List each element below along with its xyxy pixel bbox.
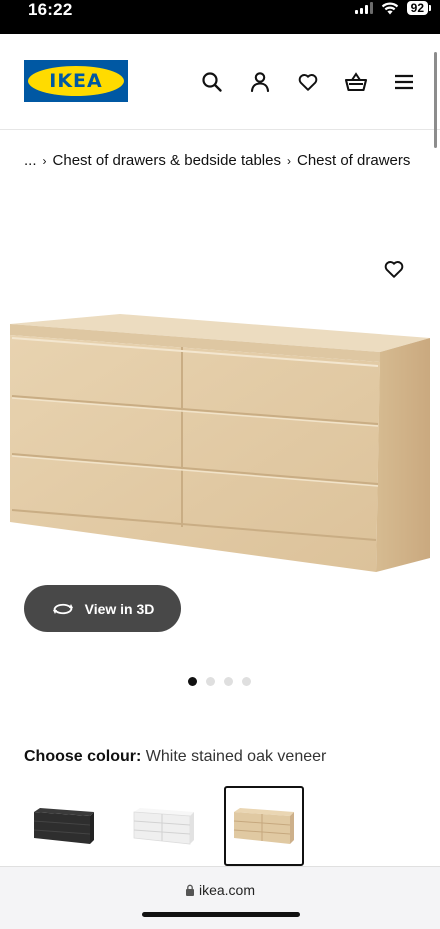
cell-signal-icon xyxy=(354,2,373,14)
battery-indicator: 92 xyxy=(406,1,432,15)
scrollbar-thumb[interactable] xyxy=(434,52,437,148)
colour-heading: Choose colour: White stained oak veneer xyxy=(24,748,326,766)
swatch-white[interactable] xyxy=(124,786,204,866)
carousel-dot[interactable] xyxy=(224,677,233,686)
user-icon[interactable] xyxy=(246,68,274,96)
breadcrumb-item-chest-bedside[interactable]: Chest of drawers & bedside tables xyxy=(53,152,281,169)
carousel-dot[interactable] xyxy=(242,677,251,686)
swatch-black-brown[interactable] xyxy=(24,786,104,866)
wifi-icon xyxy=(381,1,398,14)
status-bar: 16:22 92 xyxy=(0,0,440,34)
home-indicator xyxy=(142,912,300,917)
add-to-favourites-icon[interactable] xyxy=(382,258,406,285)
status-icons: 92 xyxy=(354,0,432,16)
chevron-right-icon: › xyxy=(286,154,291,168)
chevron-right-icon: › xyxy=(42,154,47,168)
colour-label: Choose colour: xyxy=(24,748,142,765)
url-text: ikea.com xyxy=(198,882,256,898)
breadcrumb: ... › Chest of drawers & bedside tables › Ch… xyxy=(24,148,416,174)
ikea-logo[interactable]: IKEA xyxy=(24,60,128,102)
site-header: IKEA xyxy=(0,34,440,130)
colour-swatches xyxy=(24,786,304,866)
view-in-3d-label: View in 3D xyxy=(84,600,155,617)
url-display: ikea.com xyxy=(0,882,440,898)
status-time: 16:22 xyxy=(28,0,73,19)
search-icon[interactable] xyxy=(198,68,226,96)
image-carousel-indicator xyxy=(188,677,251,686)
lock-icon xyxy=(185,884,194,896)
breadcrumb-ellipsis[interactable]: ... xyxy=(24,152,37,169)
carousel-dot[interactable] xyxy=(188,677,197,686)
rotate-3d-icon xyxy=(52,603,73,614)
view-in-3d-button[interactable]: View in 3D xyxy=(24,585,181,632)
menu-icon[interactable] xyxy=(390,68,418,96)
swatch-white-stained-oak[interactable] xyxy=(224,786,304,866)
colour-value: White stained oak veneer xyxy=(145,748,327,765)
browser-url-bar[interactable]: ikea.com xyxy=(0,866,440,929)
carousel-dot[interactable] xyxy=(206,677,215,686)
basket-icon[interactable] xyxy=(342,68,370,96)
breadcrumb-item-chest-of-drawers[interactable]: Chest of drawers xyxy=(297,152,410,169)
header-actions xyxy=(198,68,418,96)
heart-icon[interactable] xyxy=(294,68,322,96)
